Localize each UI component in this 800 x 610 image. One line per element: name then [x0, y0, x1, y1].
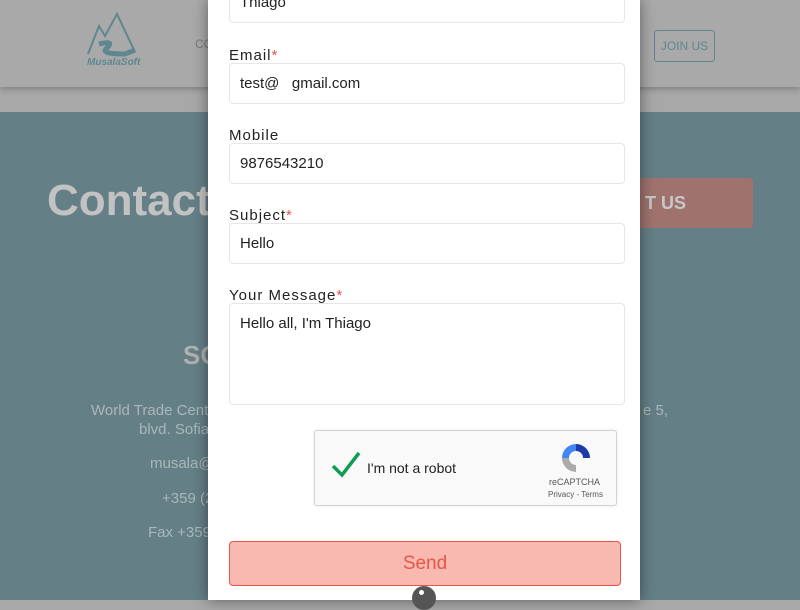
- contact-phone: +359 (2: [162, 490, 214, 507]
- message-textarea[interactable]: Hello all, I'm Thiago: [229, 303, 625, 405]
- address-line: World Trade Cent: [91, 402, 209, 419]
- required-mark: *: [336, 287, 344, 304]
- recaptcha-brand: reCAPTCHA: [549, 477, 601, 487]
- message-label-text: Your Message: [229, 287, 337, 304]
- address-line: blvd. Sofia: [139, 421, 210, 438]
- contact-fax: Fax +359: [148, 524, 211, 541]
- email-input[interactable]: test@ gmail.com: [229, 63, 625, 104]
- join-us-button[interactable]: JOIN US: [654, 30, 715, 62]
- page-title: Contact: [47, 176, 211, 225]
- subject-input[interactable]: Hello: [229, 223, 625, 264]
- required-mark: *: [271, 47, 279, 64]
- scroll-indicator-icon: [412, 586, 436, 610]
- address-line: e 5,: [643, 402, 669, 419]
- recaptcha-links[interactable]: Privacy - Terms: [548, 490, 603, 499]
- email-label-text: Email: [229, 47, 272, 64]
- subject-label: Subject*: [229, 207, 293, 224]
- recaptcha-widget: I'm not a robot reCAPTCHA Privacy - Term…: [314, 430, 617, 506]
- recaptcha-logo-icon: [562, 444, 590, 472]
- send-button[interactable]: Send: [229, 541, 621, 586]
- contact-email[interactable]: musala@: [150, 455, 214, 472]
- logo-text: MusalaSoft: [87, 57, 141, 68]
- mobile-input[interactable]: 9876543210: [229, 143, 625, 184]
- required-mark: *: [286, 207, 293, 224]
- mobile-label: Mobile: [229, 127, 280, 144]
- name-input[interactable]: Thiago: [229, 0, 625, 23]
- email-label: Email*: [229, 47, 278, 64]
- checkmark-icon[interactable]: [331, 451, 361, 479]
- contact-form-modal: Thiago Email* test@ gmail.com Mobile 987…: [208, 0, 640, 610]
- recaptcha-label: I'm not a robot: [367, 460, 457, 476]
- message-label: Your Message*: [229, 287, 343, 304]
- subject-label-text: Subject: [229, 207, 287, 224]
